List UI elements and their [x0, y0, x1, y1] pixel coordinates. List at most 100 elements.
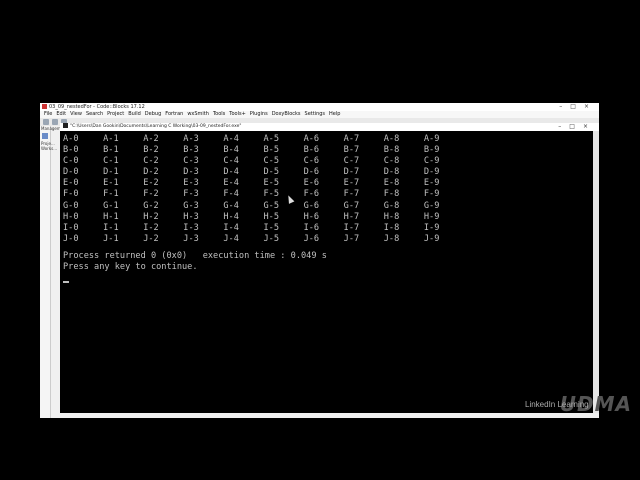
- output-cell: J-5: [263, 233, 279, 244]
- output-cell: E-5: [263, 178, 279, 189]
- menu-item-build[interactable]: Build: [128, 111, 141, 117]
- output-cell: B-9: [423, 145, 440, 156]
- output-cell: C-3: [183, 156, 199, 167]
- console-title-bar: "C:\Users\Dan Gookin\Documents\Learning …: [60, 123, 599, 131]
- output-cell: H-3: [183, 211, 199, 222]
- output-cell: C-9: [423, 156, 440, 167]
- output-cell: B-6: [303, 145, 320, 156]
- ide-menu-bar: File Edit View Search Project Build Debug Fortr…: [40, 111, 599, 118]
- output-row: H-0 H-1 H-2 H-3 H-4 H-5 H-6 H-7 H-8 H-9: [63, 212, 464, 223]
- console-scrollbar[interactable]: [593, 131, 599, 413]
- output-cell: F-2: [143, 189, 159, 200]
- output-cell: D-7: [343, 167, 360, 178]
- menu-item-settings[interactable]: Settings: [305, 111, 326, 117]
- output-row: J-0 J-1 J-2 J-3 J-4 J-5 J-6 J-7 J-8 J-9: [63, 234, 464, 245]
- menu-item-plugins[interactable]: Plugins: [250, 111, 268, 117]
- output-cell: G-1: [103, 200, 119, 211]
- output-row: F-0 F-1 F-2 F-3 F-4 F-5 F-6 F-7 F-8 F-9: [63, 189, 464, 200]
- output-row: E-0 E-1 E-2 E-3 E-4 E-5 E-6 E-7 E-8 E-9: [63, 178, 464, 189]
- menu-item-debug[interactable]: Debug: [145, 111, 161, 117]
- output-cell: F-5: [263, 189, 279, 200]
- management-panel: Managem... Proje... Works...: [40, 126, 65, 418]
- codeblocks-app-icon: [42, 104, 47, 109]
- output-cell: J-9: [423, 233, 440, 244]
- output-cell: D-9: [423, 167, 440, 178]
- menu-item-search[interactable]: Search: [86, 111, 103, 117]
- output-cell: F-4: [223, 189, 239, 200]
- output-cell: F-0: [63, 189, 79, 200]
- projects-icon[interactable]: [42, 133, 48, 139]
- output-cell: I-5: [263, 222, 279, 233]
- output-cell: F-7: [343, 189, 360, 200]
- output-cell: H-0: [63, 211, 79, 222]
- menu-item-file[interactable]: File: [44, 111, 52, 117]
- output-cell: H-2: [143, 211, 159, 222]
- output-cell: H-5: [263, 211, 279, 222]
- output-cell: F-3: [183, 189, 199, 200]
- ide-title-text: 03_09_nestedFor - Code::Blocks 17.12: [49, 104, 145, 110]
- output-cell: B-1: [103, 145, 119, 156]
- output-cell: D-1: [103, 167, 119, 178]
- output-row: A-0 A-1 A-2 A-3 A-4 A-5 A-6 A-7 A-8 A-9: [63, 134, 464, 145]
- menu-item-tools[interactable]: Tools: [213, 111, 225, 117]
- output-cell: G-8: [383, 200, 400, 211]
- output-cell: A-6: [303, 134, 320, 144]
- menu-item-wxsmith[interactable]: wxSmith: [187, 111, 209, 117]
- output-cell: J-6: [303, 233, 320, 244]
- output-cell: G-4: [223, 200, 239, 211]
- menu-item-edit[interactable]: Edit: [56, 111, 66, 117]
- management-tab[interactable]: Managem...: [40, 126, 65, 131]
- output-cell: B-7: [343, 145, 360, 156]
- output-cell: I-1: [103, 222, 119, 233]
- output-cell: F-1: [103, 189, 119, 200]
- output-cell: H-9: [423, 211, 440, 222]
- open-file-icon[interactable]: [52, 119, 58, 125]
- output-cell: A-1: [103, 134, 119, 144]
- output-cell: C-8: [383, 156, 400, 167]
- output-cell: G-5: [263, 200, 279, 211]
- output-cell: E-9: [423, 178, 440, 189]
- output-cell: J-3: [183, 233, 199, 244]
- menu-item-tools-[interactable]: Tools+: [229, 111, 246, 117]
- output-cell: D-5: [263, 167, 279, 178]
- output-cell: G-0: [63, 200, 79, 211]
- output-cell: J-4: [223, 233, 239, 244]
- menu-item-view[interactable]: View: [70, 111, 82, 117]
- menu-item-help[interactable]: Help: [329, 111, 340, 117]
- menu-item-doxyblocks[interactable]: DoxyBlocks: [272, 111, 301, 117]
- output-cell: G-3: [183, 200, 199, 211]
- output-cell: A-3: [183, 134, 199, 144]
- output-cell: C-5: [263, 156, 279, 167]
- output-row: D-0 D-1 D-2 D-3 D-4 D-5 D-6 D-7 D-8 D-9: [63, 167, 464, 178]
- output-cell: B-8: [383, 145, 400, 156]
- output-cell: G-9: [423, 200, 440, 211]
- console-window-controls[interactable]: –□×: [558, 123, 596, 131]
- output-cell: C-4: [223, 156, 239, 167]
- output-cell: I-6: [303, 222, 320, 233]
- output-cell: D-8: [383, 167, 400, 178]
- output-cell: B-4: [223, 145, 239, 156]
- output-cell: J-7: [343, 233, 360, 244]
- menu-item-project[interactable]: Project: [107, 111, 124, 117]
- new-file-icon[interactable]: [43, 119, 49, 125]
- output-cell: C-0: [63, 156, 79, 167]
- output-cell: H-6: [303, 211, 320, 222]
- workspace-item[interactable]: Works...: [40, 146, 57, 151]
- output-row: I-0 I-1 I-2 I-3 I-4 I-5 I-6 I-7 I-8 I-9: [63, 223, 464, 234]
- ide-window-controls[interactable]: –□×: [559, 103, 597, 111]
- output-cell: I-8: [383, 222, 400, 233]
- output-cell: A-5: [263, 134, 279, 144]
- output-cell: J-8: [383, 233, 400, 244]
- console-app-icon: [63, 123, 68, 128]
- menu-item-fortran[interactable]: Fortran: [165, 111, 183, 117]
- output-cell: E-3: [183, 178, 199, 189]
- output-cell: E-6: [303, 178, 320, 189]
- output-cell: J-0: [63, 233, 79, 244]
- output-cell: A-2: [143, 134, 159, 144]
- output-cell: E-4: [223, 178, 239, 189]
- output-cell: I-0: [63, 222, 79, 233]
- process-returned-line: Process returned 0 (0x0) execution time …: [63, 251, 327, 261]
- output-row: C-0 C-1 C-2 C-3 C-4 C-5 C-6 C-7 C-8 C-9: [63, 156, 464, 167]
- press-any-key-line: Press any key to continue.: [63, 262, 198, 272]
- output-cell: C-2: [143, 156, 159, 167]
